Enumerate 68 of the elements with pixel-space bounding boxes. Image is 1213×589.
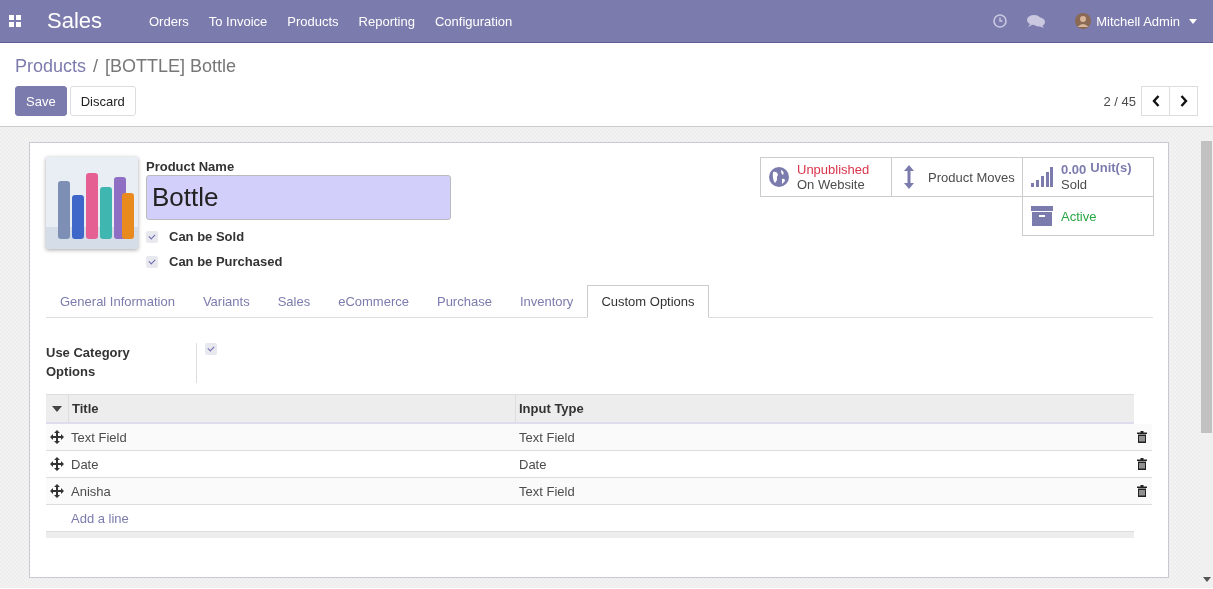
active-status: Active xyxy=(1061,208,1097,224)
trash-icon[interactable] xyxy=(1137,485,1147,497)
sort-caret-icon[interactable] xyxy=(52,405,62,412)
archive-box-icon xyxy=(1031,206,1053,226)
chevron-left-icon xyxy=(1151,95,1160,107)
next-button[interactable] xyxy=(1169,86,1198,116)
tab[interactable]: Custom Options xyxy=(587,285,709,318)
bar-chart-icon xyxy=(1031,166,1053,188)
button-caption: On Website xyxy=(797,177,866,192)
menu-item[interactable]: Products xyxy=(277,13,349,29)
caret-icon xyxy=(1189,18,1197,24)
checkbox-label: Can be Purchased xyxy=(169,254,283,269)
pager-counter: 2 / 45 xyxy=(1103,93,1136,109)
product-name-field[interactable]: Bottle xyxy=(146,175,451,220)
tab[interactable]: eCommerce xyxy=(324,285,423,317)
discard-button[interactable]: Discard xyxy=(69,86,136,116)
unit-label: Unit(s) xyxy=(1090,160,1132,177)
table-cell-text: Date xyxy=(519,456,548,472)
avatar-icon xyxy=(1075,13,1092,29)
trash-icon[interactable] xyxy=(1137,431,1147,443)
table-cell-text: Date xyxy=(70,456,100,472)
smart-button[interactable]: Unpublished On Website xyxy=(760,157,892,197)
checkbox[interactable] xyxy=(146,230,158,243)
tab[interactable]: Purchase xyxy=(422,285,506,317)
sold-value: 0.00 xyxy=(1061,162,1087,177)
chevron-right-icon xyxy=(1179,95,1188,107)
trash-icon[interactable] xyxy=(1137,458,1147,470)
breadcrumb-separator: / xyxy=(93,56,99,78)
save-button[interactable]: Save xyxy=(15,86,67,116)
checkbox[interactable] xyxy=(205,343,217,355)
tab[interactable]: General Information xyxy=(46,285,189,317)
checkbox-label: Can be Sold xyxy=(169,229,245,244)
table-cell-text: Text Field xyxy=(519,483,576,499)
app-title: Sales xyxy=(47,8,104,34)
breadcrumb-link[interactable]: Products xyxy=(15,56,87,86)
scroll-down-icon[interactable] xyxy=(1202,577,1211,582)
table-cell-text: Anisha xyxy=(70,483,112,499)
breadcrumb-current: [BOTTLE] Bottle xyxy=(105,56,237,78)
move-handle-icon[interactable] xyxy=(50,457,64,471)
button-caption: Product Moves xyxy=(928,169,1015,185)
checkbox[interactable] xyxy=(146,255,158,268)
add-line-link[interactable]: Add a line xyxy=(71,510,129,526)
move-handle-icon[interactable] xyxy=(50,484,64,498)
vertical-arrows-icon xyxy=(904,165,914,189)
menu-item[interactable]: Reporting xyxy=(348,13,425,29)
smart-button[interactable]: Active xyxy=(1022,196,1154,236)
menu-item[interactable]: To Invoice xyxy=(198,13,278,29)
apps-grid-icon[interactable] xyxy=(9,15,21,27)
tab[interactable]: Variants xyxy=(188,285,264,317)
button-caption: Sold xyxy=(1061,177,1089,192)
user-name: Mitchell Admin xyxy=(1096,13,1180,29)
menu-item[interactable]: Orders xyxy=(139,13,199,29)
field-label: Product Name xyxy=(146,159,236,174)
globe-icon xyxy=(769,167,789,187)
table-cell-text: Text Field xyxy=(70,429,128,445)
column-header[interactable]: Title xyxy=(69,395,516,422)
move-handle-icon[interactable] xyxy=(50,430,64,444)
publish-status: Unpublished xyxy=(797,162,870,177)
smart-button[interactable]: 0.00 Unit(s) Sold xyxy=(1022,157,1154,197)
tab[interactable]: Sales xyxy=(263,285,325,317)
tab[interactable]: Inventory xyxy=(505,285,588,317)
user-menu[interactable]: Mitchell Admin xyxy=(1075,13,1197,29)
previous-button[interactable] xyxy=(1141,86,1170,116)
menu-item[interactable]: Configuration xyxy=(424,13,523,29)
column-header[interactable]: Input Type xyxy=(516,395,584,422)
smart-button[interactable]: Product Moves xyxy=(891,157,1023,197)
table-cell-text: Text Field xyxy=(519,429,576,445)
field-label: Use Category Options xyxy=(46,344,131,381)
